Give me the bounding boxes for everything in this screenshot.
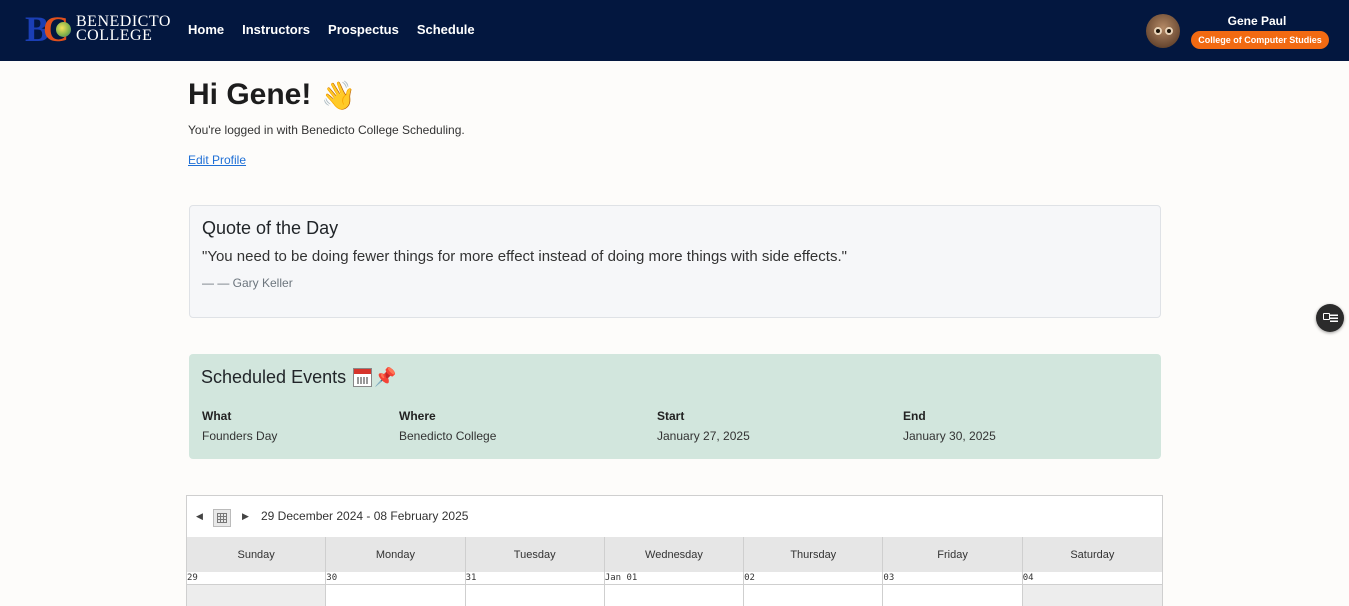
date-cell[interactable]: 04	[1023, 572, 1162, 584]
floating-menu-button[interactable]	[1316, 304, 1344, 332]
logo-mark: BC	[25, 9, 73, 49]
day-header-saturday: Saturday	[1070, 549, 1115, 561]
event-what-column: What Founders Day	[202, 409, 277, 443]
logo-text: BENEDICTO COLLEGE	[76, 14, 171, 44]
date-cell[interactable]: Jan 01	[605, 572, 745, 584]
calendar-cell[interactable]	[465, 585, 605, 606]
event-where-header: Where	[399, 409, 436, 423]
event-start-header: Start	[657, 409, 685, 423]
waving-hand-icon: 👋	[321, 79, 357, 111]
quote-author: — — Gary Keller	[202, 276, 293, 290]
calendar-cell[interactable]	[744, 585, 884, 606]
date-cell[interactable]: 03	[883, 572, 1023, 584]
event-end-column: End January 30, 2025	[903, 409, 996, 443]
calendar-cell[interactable]	[883, 585, 1023, 606]
avatar[interactable]	[1146, 14, 1180, 48]
event-what-value: Founders Day	[202, 429, 278, 443]
nav-prospectus[interactable]: Prospectus	[328, 22, 399, 37]
day-header-wednesday: Wednesday	[605, 537, 745, 572]
events-heading: Scheduled Events 📌	[201, 367, 397, 388]
login-subtitle: You're logged in with Benedicto College …	[188, 123, 465, 137]
day-headers: Sunday Monday Tuesday Wednesday Thursday…	[187, 537, 1162, 572]
page-title: Hi Gene! 👋	[188, 78, 356, 112]
pushpin-icon: 📌	[374, 367, 397, 387]
department-badge: College of Computer Studies	[1191, 31, 1329, 49]
quote-card: Quote of the Day "You need to be doing f…	[189, 205, 1161, 318]
day-header-sunday: Sunday	[187, 537, 327, 572]
event-start-value: January 27, 2025	[657, 429, 750, 443]
calendar-cell[interactable]	[1022, 585, 1162, 606]
event-what-header: What	[202, 409, 232, 423]
calendar-cell[interactable]	[604, 585, 745, 606]
day-header-thursday: Thursday	[744, 537, 884, 572]
logo-line-2: COLLEGE	[76, 27, 153, 44]
calendar-cell[interactable]	[187, 585, 327, 606]
scheduled-events-card: Scheduled Events 📌 What Founders Day Whe…	[189, 354, 1161, 459]
greeting-text: Hi Gene!	[188, 78, 312, 111]
day-header-tuesday: Tuesday	[466, 537, 605, 572]
event-where-value: Benedicto College	[399, 429, 497, 443]
next-arrow-icon[interactable]: ▶	[242, 511, 249, 522]
top-navbar: BC BENEDICTO COLLEGE Home Instructors Pr…	[0, 0, 1349, 61]
calendar-cell[interactable]	[326, 585, 466, 606]
date-range-label: 29 December 2024 - 08 February 2025	[261, 509, 469, 523]
date-row: 29 30 31 Jan 01 02 03 04	[187, 572, 1162, 585]
schedule-calendar: ◀ ▶ 29 December 2024 - 08 February 2025 …	[186, 495, 1163, 606]
nav-instructors[interactable]: Instructors	[242, 22, 310, 37]
nav-schedule[interactable]: Schedule	[417, 22, 475, 37]
events-heading-text: Scheduled Events	[201, 367, 347, 387]
previous-arrow-icon[interactable]: ◀	[196, 511, 203, 522]
calendar-toolbar: ◀ ▶ 29 December 2024 - 08 February 2025	[187, 496, 1162, 537]
nav-home[interactable]: Home	[188, 22, 224, 37]
date-cell[interactable]: 02	[744, 572, 884, 584]
day-header-monday: Monday	[326, 537, 466, 572]
date-cell[interactable]: 30	[326, 572, 466, 584]
user-name: Gene Paul	[1227, 14, 1287, 28]
date-picker-icon[interactable]	[213, 509, 231, 527]
date-cell[interactable]: 31	[466, 572, 605, 584]
nav-links: Home Instructors Prospectus Schedule	[188, 22, 493, 37]
calendar-week-row	[187, 585, 1162, 606]
event-start-column: Start January 27, 2025	[657, 409, 750, 443]
day-header-friday: Friday	[883, 537, 1023, 572]
user-menu[interactable]: Gene Paul College of Computer Studies	[1146, 12, 1333, 50]
edit-profile-link[interactable]: Edit Profile	[188, 153, 246, 167]
event-end-value: January 30, 2025	[903, 429, 996, 443]
quote-text: "You need to be doing fewer things for m…	[202, 248, 847, 265]
college-logo[interactable]: BC BENEDICTO COLLEGE	[25, 9, 171, 49]
quote-heading: Quote of the Day	[202, 218, 339, 238]
calendar-icon	[353, 368, 373, 387]
event-where-column: Where Benedicto College	[399, 409, 496, 443]
event-end-header: End	[903, 409, 926, 423]
date-cell[interactable]: 29	[187, 572, 327, 584]
